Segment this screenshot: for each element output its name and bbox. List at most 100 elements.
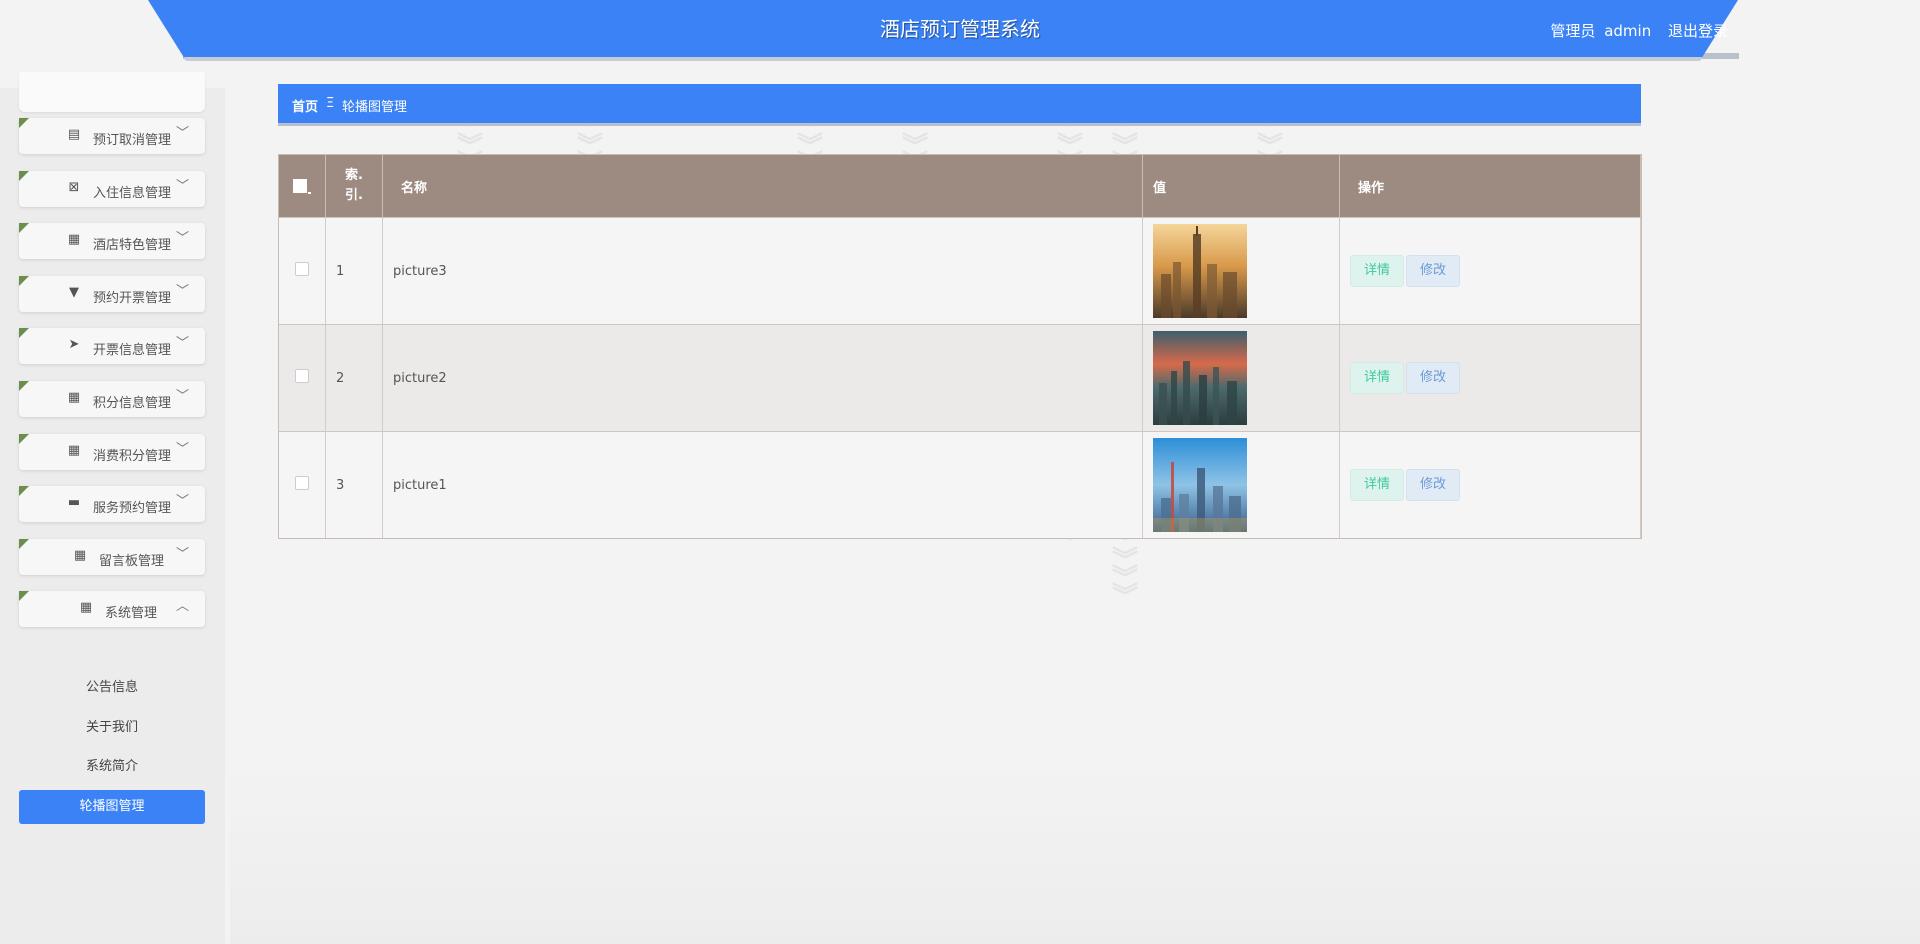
row-name: picture3: [382, 217, 1143, 325]
sidebar-item-9[interactable]: ▦ 留言板管理 ﹀: [19, 538, 205, 575]
detail-button[interactable]: 详情: [1350, 255, 1405, 287]
send-icon: ➤: [68, 337, 80, 353]
breadcrumb: 首页 Ξ 轮播图管理: [278, 84, 1641, 126]
row-checkbox[interactable]: [295, 369, 309, 383]
table-row: 2 picture2 详情 修改: [279, 324, 1641, 432]
sidebar-subitem-1[interactable]: 公告信息: [19, 671, 205, 705]
row-name: picture2: [382, 324, 1143, 432]
logout-link[interactable]: 退出登录: [1668, 22, 1728, 40]
row-check-cell: [279, 217, 326, 325]
detail-button[interactable]: 详情: [1350, 469, 1405, 501]
select-all-checkbox[interactable]: [293, 179, 307, 193]
row-value: [1142, 324, 1340, 432]
user-area: 管理员 admin 退出登录: [1550, 20, 1728, 41]
breadcrumb-separator-icon: Ξ: [326, 96, 335, 111]
sidebar-item-1[interactable]: ▤ 预订取消管理 ﹀: [19, 118, 205, 154]
thumbnail-image: [1153, 438, 1247, 532]
sidebar-item-label: 留言板管理: [99, 553, 165, 569]
row-value: [1142, 217, 1340, 325]
chevron-down-icon: ﹀: [175, 231, 189, 247]
sidebar-subitem-2[interactable]: 关于我们: [19, 711, 205, 745]
row-name: picture1: [382, 431, 1143, 538]
row-operations: 详情 修改: [1339, 324, 1641, 432]
grid-icon: ▦: [79, 600, 93, 616]
row-operations: 详情 修改: [1339, 217, 1641, 325]
edit-button[interactable]: 修改: [1406, 469, 1461, 501]
row-check-cell: [279, 431, 326, 538]
sidebar-item-label: 酒店特色管理: [93, 238, 172, 254]
sidebar-item-label: 消费积分管理: [93, 448, 172, 464]
chevron-down-icon: ﹀: [175, 126, 189, 141]
corner-marker: [19, 381, 29, 391]
sidebar-item-label: 入住信息管理: [93, 185, 172, 201]
grid-icon: ▦: [67, 232, 81, 248]
row-operations: 详情 修改: [1339, 431, 1641, 538]
sidebar: ▤ 预订取消管理 ﹀ ⊠ 入住信息管理 ﹀ ▦ 酒店特色管理 ﹀ ▼ 预约开票管理 ﹀ ➤ 开票信息管理 ﹀…: [0, 72, 225, 944]
row-checkbox[interactable]: [295, 262, 309, 276]
chevron-down-icon: ﹀: [175, 389, 189, 404]
corner-marker: [19, 170, 29, 181]
chevron-down-icon: ﹀: [175, 283, 189, 299]
name-header: 名称: [382, 155, 1143, 218]
chevron-down-icon: ﹀: [175, 336, 189, 352]
sidebar-item-label: 预约开票管理: [93, 290, 172, 306]
corner-marker: [19, 433, 29, 444]
chat-icon: ▬: [67, 495, 81, 511]
corner-marker: [19, 328, 29, 339]
index-header-line2: 引.: [345, 188, 363, 203]
row-checkbox[interactable]: [295, 476, 309, 490]
detail-button[interactable]: 详情: [1350, 362, 1405, 394]
sidebar-item-label: 系统管理: [105, 606, 158, 622]
grid-icon: ▦: [67, 390, 81, 405]
corner-marker: [19, 591, 29, 602]
chevron-down-icon: ﹀: [175, 546, 189, 562]
sidebar-item-5[interactable]: ➤ 开票信息管理 ﹀: [19, 328, 205, 365]
sidebar-item-label: 服务预约管理: [93, 501, 172, 517]
index-header-line1: 索.: [345, 168, 363, 183]
edit-button[interactable]: 修改: [1406, 255, 1461, 287]
table-row: 3 picture1 详情 修改: [279, 431, 1641, 538]
sidebar-item-6[interactable]: ▦ 积分信息管理 ﹀: [19, 381, 205, 417]
corner-marker: [19, 118, 29, 128]
stamp-icon: ▼: [69, 284, 79, 300]
table-header-row: 索. 引. 名称 值 操作: [279, 155, 1641, 218]
chevron-up-icon: ︿: [175, 599, 189, 615]
sidebar-top-cap: [19, 72, 205, 112]
username: admin: [1604, 22, 1652, 40]
row-index: 2: [325, 324, 383, 432]
sidebar-item-3[interactable]: ▦ 酒店特色管理 ﹀: [19, 223, 205, 260]
chevron-down-icon: ﹀: [175, 441, 189, 457]
operations-header: 操作: [1339, 155, 1641, 218]
sidebar-subitem-4[interactable]: 轮播图管理: [19, 789, 205, 824]
corner-marker: [19, 275, 29, 286]
thumbnail-image: [1153, 331, 1247, 425]
carousel-table: 索. 引. 名称 值 操作 1 picture3 详情 修改 2 picture2 详情 修改…: [278, 154, 1642, 539]
value-header: 值: [1142, 155, 1340, 218]
sidebar-item-label: 开票信息管理: [93, 343, 172, 359]
sidebar-item-label: 积分信息管理: [93, 396, 172, 411]
sidebar-item-7[interactable]: ▦ 消费积分管理 ﹀: [19, 433, 205, 470]
grid-icon: ▦: [73, 547, 87, 563]
corner-marker: [19, 486, 29, 497]
index-header: 索. 引.: [325, 155, 383, 218]
sidebar-item-10[interactable]: ▦ 系统管理 ︿: [19, 591, 205, 628]
chevron-down-icon: ﹀: [175, 494, 189, 510]
thumbnail-image: [1153, 224, 1247, 318]
sidebar-item-label: 预订取消管理: [93, 133, 172, 148]
row-value: [1142, 431, 1340, 538]
row-index: 1: [325, 217, 383, 325]
row-check-cell: [279, 324, 326, 432]
sidebar-item-8[interactable]: ▬ 服务预约管理 ﹀: [19, 486, 205, 523]
sidebar-item-2[interactable]: ⊠ 入住信息管理 ﹀: [19, 170, 205, 207]
breadcrumb-home[interactable]: 首页: [292, 96, 318, 115]
clipboard-x-icon: ⊠: [68, 179, 80, 195]
row-index: 3: [325, 431, 383, 538]
sidebar-item-4[interactable]: ▼ 预约开票管理 ﹀: [19, 275, 205, 312]
edit-button[interactable]: 修改: [1406, 362, 1461, 394]
select-all-header[interactable]: [279, 155, 326, 218]
sidebar-subitem-3[interactable]: 系统简介: [19, 750, 205, 784]
table-row: 1 picture3 详情 修改: [279, 217, 1641, 325]
breadcrumb-current: 轮播图管理: [342, 100, 408, 115]
corner-marker: [19, 223, 29, 234]
chevron-down-icon: ﹀: [175, 178, 189, 194]
